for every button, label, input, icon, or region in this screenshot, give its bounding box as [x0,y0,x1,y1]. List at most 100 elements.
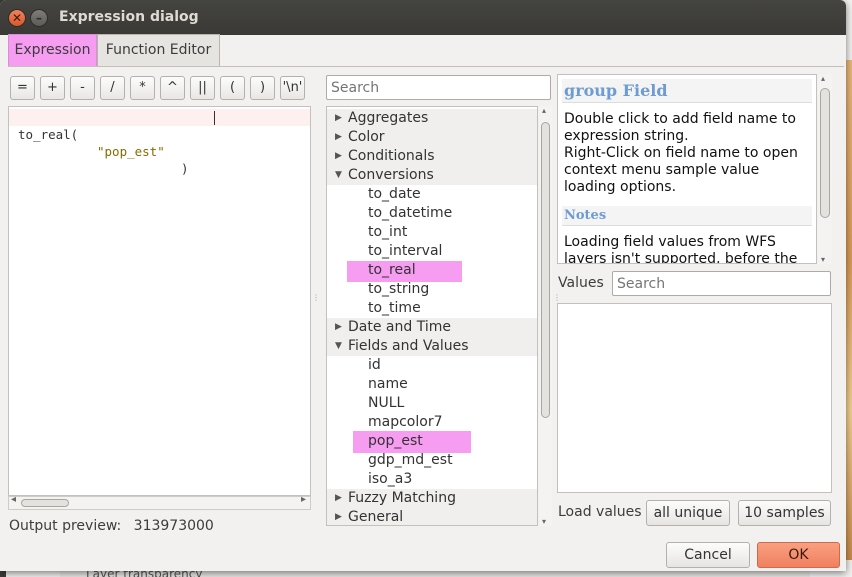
tree-group-fields-and-values[interactable]: ▼ Fields and Values [327,337,537,356]
tree-item-to-interval[interactable]: to_interval [327,242,537,261]
tree-label: pop_est [368,433,423,449]
tree-label: General [348,509,404,525]
tree-label: to_int [368,224,408,240]
tree-item-to-datetime[interactable]: to_datetime [327,204,537,223]
scrollbar-thumb[interactable] [541,122,550,418]
tree-label: id [368,357,381,373]
tree-item-pop-est[interactable]: pop_est [327,432,537,451]
help-notes-title: Notes [562,206,812,226]
concat-button[interactable]: || [190,76,215,100]
tree-item-id[interactable]: id [327,356,537,375]
values-search-input[interactable] [612,271,831,296]
tree-label: Fields and Values [348,338,469,354]
tree-item-to-int[interactable]: to_int [327,223,537,242]
scrollbar-thumb[interactable] [21,499,69,507]
expand-arrow-icon[interactable]: ▶ [335,128,342,147]
help-panel: group Field Double click to add field na… [557,74,817,264]
tree-group-color[interactable]: ▶ Color [327,128,537,147]
scroll-up-icon[interactable]: ▴ [542,106,546,115]
output-preview-value: 313973000 [133,518,214,534]
editor-horizontal-scrollbar[interactable]: ◂ ▸ [8,494,311,510]
tree-group-aggregates[interactable]: ▶ Aggregates [327,109,537,128]
cancel-button[interactable]: Cancel [666,542,750,568]
values-label: Values [558,275,604,291]
collapse-arrow-icon[interactable]: ▼ [335,337,342,356]
tree-item-gdp-md-est[interactable]: gdp_md_est [327,451,537,470]
ok-button[interactable]: OK [757,542,840,568]
open-paren-button[interactable]: ( [220,76,245,100]
tree-item-to-real[interactable]: to_real [327,261,537,280]
values-list[interactable] [557,303,832,493]
tree-label: Date and Time [348,319,451,335]
text-caret [214,111,215,125]
splitter-handle-icon[interactable]: ⋮ [312,294,320,304]
tree-label: to_interval [368,243,443,259]
tree-label: Aggregates [348,110,429,126]
function-tree: ▶ Aggregates ▶ Color ▶ Conditionals ▼ Conver… [326,106,538,526]
splitter-handle-icon[interactable]: ⋮ [553,294,561,304]
tree-item-to-date[interactable]: to_date [327,185,537,204]
tree-vertical-scrollbar[interactable]: ▴ ▾ [539,106,552,526]
equals-button[interactable]: = [10,76,35,100]
tree-label: Conditionals [348,148,435,164]
expand-arrow-icon[interactable]: ▶ [335,318,342,337]
all-unique-button[interactable]: all unique [646,500,730,526]
tree-item-null[interactable]: NULL [327,394,537,413]
ten-samples-button[interactable]: 10 samples [738,500,831,526]
tree-group-general[interactable]: ▶ General [327,508,537,525]
scroll-right-icon[interactable]: ▸ [301,494,306,505]
expression-editor[interactable]: to_real( "pop_est" ) [8,106,311,496]
tab-expression[interactable]: Expression [8,34,97,67]
tree-label: to_time [368,300,421,316]
tree-label: to_real [368,262,416,278]
scroll-left-icon[interactable]: ◂ [11,494,16,505]
editor-paren-text: ) [181,161,189,176]
tree-item-iso-a3[interactable]: iso_a3 [327,470,537,489]
help-vertical-scrollbar[interactable]: ▴ ▾ [818,74,832,264]
help-line-2: Right-Click on field name to open contex… [564,145,798,195]
tree-group-conversions[interactable]: ▼ Conversions [327,166,537,185]
close-icon[interactable]: ✕ [8,9,26,27]
scroll-down-icon[interactable]: ▾ [542,517,546,526]
power-button[interactable]: ^ [160,76,185,100]
divide-button[interactable]: / [100,76,125,100]
newline-button[interactable]: '\n' [280,76,305,100]
close-paren-button[interactable]: ) [250,76,275,100]
tree-item-to-time[interactable]: to_time [327,299,537,318]
tree-label: name [368,376,408,392]
help-line-1: Double click to add field name to expres… [564,111,796,144]
tab-function-editor[interactable]: Function Editor [97,34,220,67]
tree-label: mapcolor7 [368,414,443,430]
tree-item-name[interactable]: name [327,375,537,394]
scroll-down-icon[interactable]: ▾ [821,255,825,264]
scrollbar-thumb[interactable] [820,88,830,218]
scroll-up-icon[interactable]: ▴ [821,74,825,83]
function-search-input[interactable] [326,75,551,100]
background-map [846,60,852,560]
tree-group-fuzzy-matching[interactable]: ▶ Fuzzy Matching [327,489,537,508]
title-bar: ✕ – Expression dialog [0,0,846,35]
tree-label: to_string [368,281,430,297]
editor-line: to_real( "pop_est" ) [9,109,310,176]
expand-arrow-icon[interactable]: ▶ [335,508,342,525]
tree-item-to-string[interactable]: to_string [327,280,537,299]
help-notes-text: Loading field values from WFS layers isn… [564,234,798,264]
tree-label: Fuzzy Matching [348,490,456,506]
collapse-arrow-icon[interactable]: ▼ [335,166,342,185]
expression-dialog: ✕ – Expression dialog Expression Functio… [0,0,846,571]
plus-button[interactable]: + [40,76,65,100]
minimize-icon[interactable]: – [30,9,48,27]
minus-button[interactable]: - [70,76,95,100]
output-preview-label: Output preview: [9,518,122,534]
tree-group-date-and-time[interactable]: ▶ Date and Time [327,318,537,337]
expand-arrow-icon[interactable]: ▶ [335,109,342,128]
editor-function-text: to_real( [18,127,79,142]
tree-label: NULL [368,395,405,411]
tree-group-conditionals[interactable]: ▶ Conditionals [327,147,537,166]
multiply-button[interactable]: * [130,76,155,100]
window-title: Expression dialog [59,9,199,25]
tree-item-mapcolor7[interactable]: mapcolor7 [327,413,537,432]
tree-label: Conversions [348,167,434,183]
expand-arrow-icon[interactable]: ▶ [335,489,342,508]
expand-arrow-icon[interactable]: ▶ [335,147,342,166]
